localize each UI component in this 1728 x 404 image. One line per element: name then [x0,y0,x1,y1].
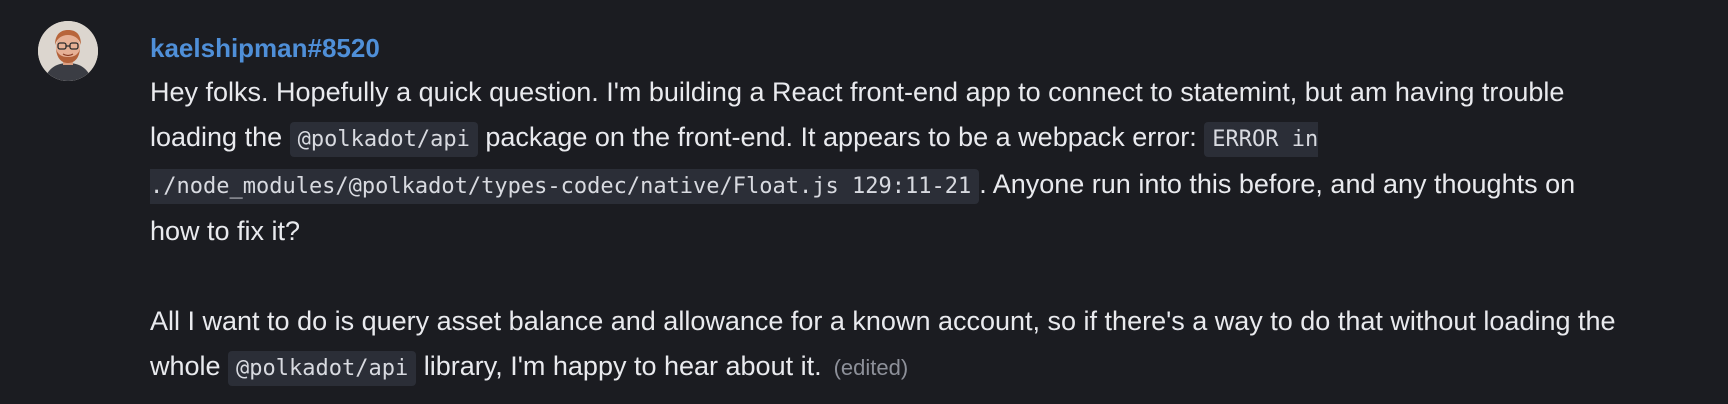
message-paragraph-2: All I want to do is query asset balance … [150,299,1630,391]
paragraph-text: library, I'm happy to hear about it. [416,351,822,381]
inline-code-polkadot-api: @polkadot/api [289,122,478,157]
edited-label: (edited) [833,355,909,380]
message-paragraph-1: Hey folks. Hopefully a quick question. I… [150,70,1630,254]
paragraph-text: package on the front-end. It appears to … [477,122,1205,152]
user-avatar[interactable] [38,21,98,81]
message-content: kaelshipman#8520 Hey folks. Hopefully a … [150,28,1630,391]
username-link[interactable]: kaelshipman#8520 [150,28,1630,68]
chat-message: kaelshipman#8520 Hey folks. Hopefully a … [0,0,1728,404]
inline-code-polkadot-api: @polkadot/api [228,351,417,386]
avatar-photo-icon [38,21,98,81]
message-body: Hey folks. Hopefully a quick question. I… [150,70,1630,391]
